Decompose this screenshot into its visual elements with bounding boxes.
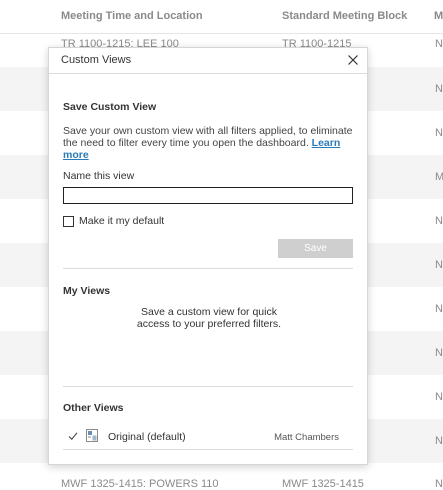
save-custom-view-heading: Save Custom View [63, 101, 157, 113]
view-owner: Matt Chambers [274, 432, 339, 443]
row-cell-marker: N [435, 259, 443, 271]
row-cell-marker: N [435, 347, 443, 359]
row-cell-marker: N [435, 38, 443, 50]
default-checkbox[interactable] [63, 216, 74, 227]
row-cell-marker: N [435, 435, 443, 447]
save-description: Save your own custom view with all filte… [63, 125, 353, 161]
view-thumbnail-icon [86, 429, 98, 442]
column-header-meeting-time[interactable]: Meeting Time and Location [61, 10, 203, 22]
custom-views-dialog: Custom Views Save Custom View Save your … [48, 47, 368, 465]
row-cell-marker: N [435, 391, 443, 403]
divider [63, 449, 353, 450]
my-views-empty-message: Save a custom view for quick access to y… [136, 306, 282, 330]
table-row[interactable]: MWF 1325-1415: POWERS 110 MWF 1325-1415 … [0, 463, 443, 490]
row-cell-block: MWF 1325-1415 [282, 478, 364, 490]
view-item-original[interactable]: Original (default) Matt Chambers [63, 429, 353, 445]
row-cell-time: MWF 1325-1415: POWERS 110 [61, 478, 219, 490]
view-name[interactable]: Original (default) [108, 431, 186, 443]
checkmark-icon [68, 432, 78, 441]
column-header-meeting-block[interactable]: Standard Meeting Block [282, 10, 407, 22]
row-cell-marker: N [435, 303, 443, 315]
default-checkbox-label[interactable]: Make it my default [79, 215, 164, 227]
save-button[interactable]: Save [278, 239, 353, 258]
other-views-heading: Other Views [63, 402, 124, 414]
save-description-text: Save your own custom view with all filte… [63, 125, 353, 149]
divider [63, 386, 353, 387]
close-icon[interactable] [345, 52, 361, 68]
row-cell-marker: M [435, 171, 443, 183]
table-header: Meeting Time and Location Standard Meeti… [0, 0, 443, 34]
divider [63, 268, 353, 269]
my-views-heading: My Views [63, 285, 111, 297]
dialog-title: Custom Views [61, 54, 132, 66]
row-cell-marker: N [435, 478, 443, 490]
row-cell-marker: N [435, 83, 443, 95]
column-header-truncated[interactable]: M [434, 10, 443, 22]
row-cell-marker: N [435, 127, 443, 139]
dialog-header: Custom Views [49, 48, 367, 74]
row-cell-marker: N [435, 215, 443, 227]
name-view-label: Name this view [63, 170, 135, 182]
view-name-input[interactable] [63, 187, 353, 204]
